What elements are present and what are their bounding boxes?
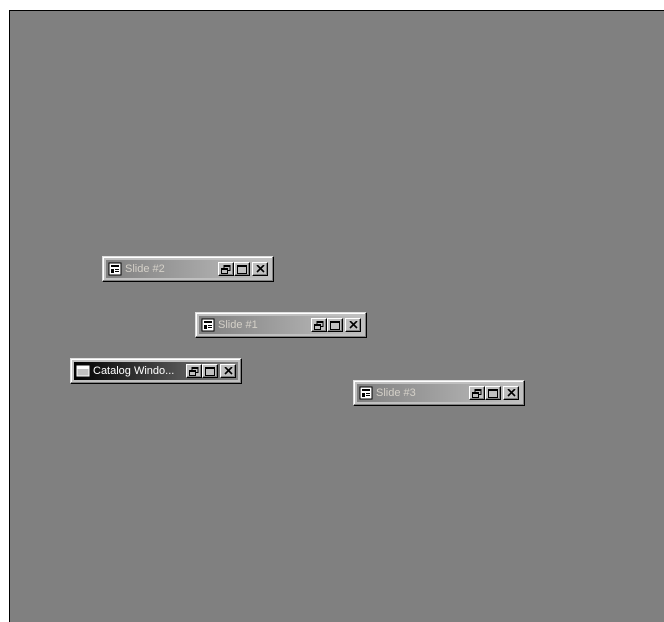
minimized-window-slide-1[interactable]: Slide #1 [195, 312, 367, 338]
maximize-button[interactable] [485, 386, 501, 400]
maximize-button[interactable] [202, 364, 218, 378]
restore-icon [314, 320, 324, 330]
maximize-icon [237, 264, 247, 274]
window-title: Slide #2 [125, 263, 165, 275]
slide-document-icon [201, 318, 215, 332]
catalog-window-icon [76, 364, 90, 378]
maximize-button[interactable] [327, 318, 343, 332]
close-button[interactable] [503, 386, 519, 400]
title-bar[interactable]: Catalog Windo... [74, 362, 238, 380]
restore-icon [472, 388, 482, 398]
maximize-icon [488, 388, 498, 398]
minimized-window-slide-3[interactable]: Slide #3 [353, 380, 525, 406]
mdi-desktop[interactable]: Slide #2 Slide #1 Catalog Windo... Slide… [9, 10, 664, 622]
title-bar[interactable]: Slide #3 [357, 384, 521, 402]
title-bar[interactable]: Slide #2 [106, 260, 270, 278]
close-icon [348, 321, 358, 329]
close-button[interactable] [345, 318, 361, 332]
close-icon [255, 265, 265, 273]
close-icon [506, 389, 516, 397]
restore-icon [189, 366, 199, 376]
maximize-icon [330, 320, 340, 330]
window-title: Slide #3 [376, 387, 416, 399]
minimized-window-catalog[interactable]: Catalog Windo... [70, 358, 242, 384]
window-title: Catalog Windo... [93, 365, 175, 377]
restore-icon [221, 264, 231, 274]
maximize-button[interactable] [234, 262, 250, 276]
maximize-icon [205, 366, 215, 376]
restore-button[interactable] [311, 318, 327, 332]
restore-button[interactable] [186, 364, 202, 378]
close-button[interactable] [252, 262, 268, 276]
window-title: Slide #1 [218, 319, 258, 331]
restore-button[interactable] [218, 262, 234, 276]
slide-document-icon [108, 262, 122, 276]
close-button[interactable] [220, 364, 236, 378]
close-icon [223, 367, 233, 375]
restore-button[interactable] [469, 386, 485, 400]
slide-document-icon [359, 386, 373, 400]
title-bar[interactable]: Slide #1 [199, 316, 363, 334]
minimized-window-slide-2[interactable]: Slide #2 [102, 256, 274, 282]
